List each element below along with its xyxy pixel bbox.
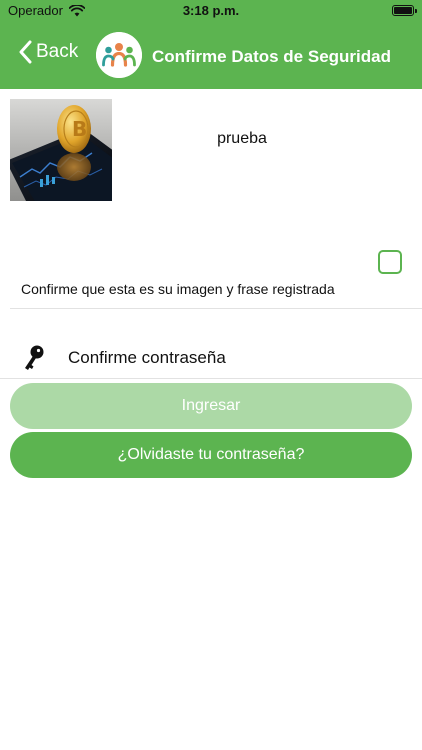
confirm-checkbox[interactable]: [378, 250, 402, 274]
back-label: Back: [36, 41, 79, 62]
chevron-left-icon: [19, 40, 32, 64]
svg-text:B: B: [72, 117, 87, 141]
divider: [10, 308, 422, 309]
nav-bar: Back Confirme Datos de Seguridad: [0, 22, 422, 89]
people-group-logo: [96, 32, 142, 78]
status-bar: Operador 3:18 p.m.: [0, 0, 422, 22]
status-time: 3:18 p.m.: [182, 3, 240, 18]
screen: Operador 3:18 p.m. Back Confirme Datos d…: [0, 0, 422, 750]
security-phrase: prueba: [217, 130, 267, 147]
forgot-password-label: ¿Olvidaste tu contraseña?: [117, 446, 305, 463]
confirm-label: Confirme que esta es su imagen y frase r…: [21, 281, 335, 297]
security-image: B: [10, 99, 112, 201]
login-button-label: Ingresar: [181, 397, 241, 414]
key-icon: [25, 345, 44, 370]
password-input[interactable]: [68, 343, 398, 373]
divider: [0, 378, 422, 379]
battery-icon: [392, 5, 417, 16]
forgot-password-button[interactable]: ¿Olvidaste tu contraseña?: [10, 432, 412, 478]
login-button[interactable]: Ingresar: [10, 383, 412, 429]
back-button[interactable]: Back: [18, 40, 78, 64]
battery-level: [394, 7, 412, 14]
page-title: Confirme Datos de Seguridad: [152, 47, 391, 66]
